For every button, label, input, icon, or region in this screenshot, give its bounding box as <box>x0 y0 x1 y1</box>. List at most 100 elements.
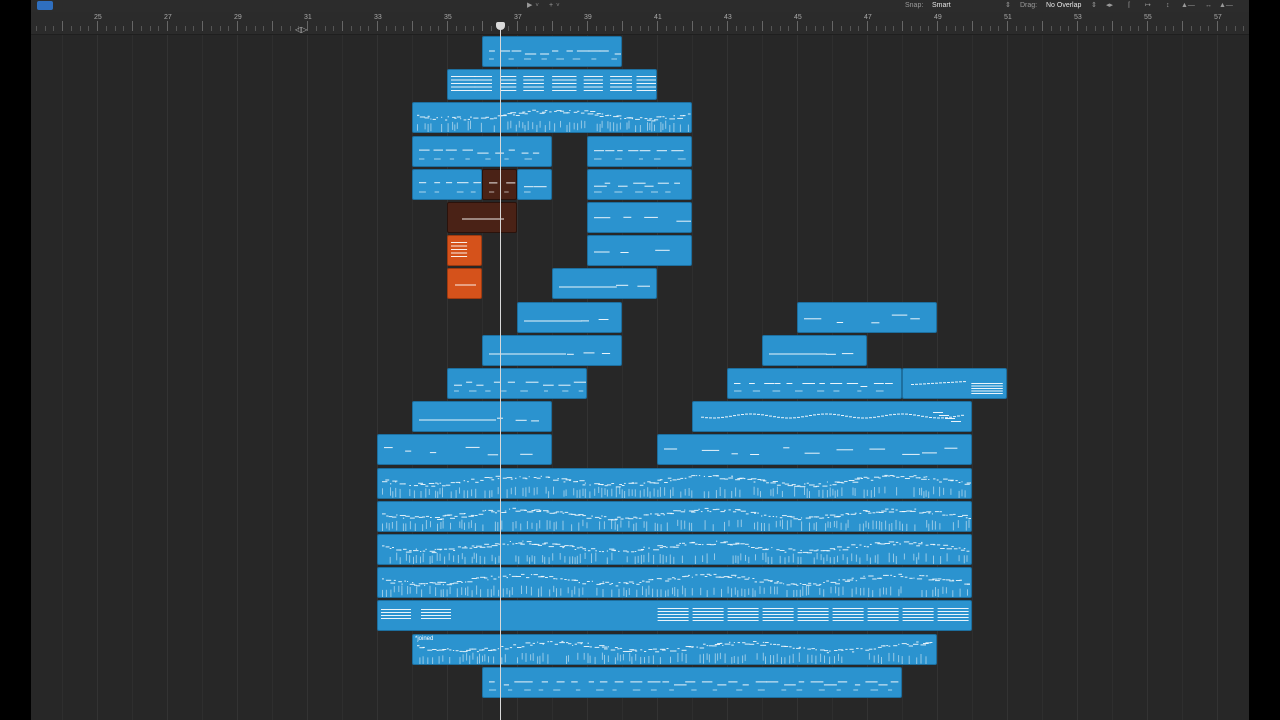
drag-select[interactable]: No Overlap <box>1046 1 1081 11</box>
midi-region[interactable] <box>377 600 972 632</box>
midi-note <box>468 521 470 529</box>
midi-region[interactable] <box>587 202 692 233</box>
midi-note <box>471 478 475 480</box>
midi-note <box>425 487 427 498</box>
midi-region[interactable] <box>412 135 552 167</box>
midi-region[interactable] <box>412 102 692 134</box>
playhead-handle[interactable] <box>495 22 505 30</box>
midi-note <box>644 656 645 663</box>
midi-note <box>821 413 824 415</box>
midi-note <box>637 555 639 563</box>
midi-region[interactable] <box>587 135 692 167</box>
midi-region[interactable] <box>412 401 552 433</box>
midi-note <box>782 514 787 516</box>
grid-line <box>1182 35 1183 720</box>
midi-note <box>958 547 961 549</box>
midi-note <box>716 540 718 542</box>
midi-region[interactable] <box>412 168 482 200</box>
midi-region[interactable] <box>587 168 692 200</box>
timeline-ruler[interactable]: 25 27 29 31 33 35 37 39 41 43 45 47 49 51 53 55 57 <box>31 12 1249 35</box>
midi-region[interactable] <box>447 368 587 399</box>
midi-note <box>560 511 563 513</box>
midi-note <box>431 552 437 554</box>
midi-note <box>611 488 613 496</box>
midi-region[interactable] <box>482 36 622 67</box>
midi-note <box>476 545 482 547</box>
midi-region[interactable] <box>517 168 552 200</box>
marquee-tool-icon[interactable]: + ˅ <box>549 1 562 11</box>
midi-region[interactable] <box>587 235 692 267</box>
midi-region[interactable] <box>657 434 972 466</box>
catch-playhead-icon[interactable] <box>37 1 53 10</box>
ruler-tick <box>158 26 160 31</box>
midi-region[interactable] <box>377 500 972 532</box>
midi-region[interactable]: *joined <box>412 633 937 665</box>
drag-select-chevron-icon[interactable]: ⇕ <box>1091 1 1097 11</box>
snap-select-chevron-icon[interactable]: ⇕ <box>1005 1 1011 11</box>
midi-region[interactable] <box>377 534 972 565</box>
playhead[interactable] <box>499 24 501 720</box>
midi-region[interactable] <box>727 368 902 399</box>
horizontal-zoom-slider[interactable]: ▲— <box>1219 1 1233 11</box>
fit-icon[interactable]: ↦ <box>1145 1 1151 11</box>
midi-note <box>727 608 759 610</box>
midi-note <box>503 114 507 116</box>
horizontal-resize-icon[interactable]: ↔ <box>1205 1 1212 11</box>
midi-note <box>618 588 620 598</box>
midi-note <box>428 482 435 484</box>
midi-note <box>546 519 548 530</box>
midi-note <box>685 681 696 683</box>
midi-note <box>431 485 436 487</box>
midi-note <box>446 589 448 597</box>
midi-note <box>484 490 486 498</box>
region-notes <box>489 352 611 355</box>
midi-note <box>862 523 864 531</box>
midi-region[interactable] <box>692 401 972 433</box>
midi-note <box>709 510 712 512</box>
midi-note <box>763 587 765 595</box>
vertical-zoom-icon[interactable]: ⌈ <box>1128 1 1131 11</box>
vertical-resize-icon[interactable]: ↕ <box>1166 1 1170 11</box>
midi-region[interactable] <box>377 434 552 466</box>
midi-region[interactable] <box>447 69 657 101</box>
snap-select[interactable]: Smart <box>932 1 951 11</box>
midi-note <box>836 321 844 323</box>
midi-note <box>837 414 840 416</box>
midi-region[interactable] <box>797 301 937 333</box>
midi-note <box>476 650 479 652</box>
midi-region[interactable] <box>447 268 482 300</box>
midi-region[interactable] <box>377 567 972 599</box>
midi-note <box>462 653 464 662</box>
midi-note <box>451 242 468 244</box>
midi-region[interactable] <box>482 334 622 366</box>
midi-note <box>757 521 759 531</box>
pointer-tool-icon[interactable]: ▶ ˅ <box>527 1 541 11</box>
midi-note <box>792 653 794 663</box>
midi-region[interactable] <box>552 268 657 300</box>
ruler-tick <box>447 21 448 31</box>
vertical-zoom-slider[interactable]: ▲— <box>1181 1 1195 11</box>
midi-region[interactable] <box>377 467 972 499</box>
locator-handle-icon[interactable]: ◁▷ <box>295 25 307 34</box>
midi-note <box>951 421 961 423</box>
midi-note <box>841 481 845 483</box>
midi-note <box>470 120 471 130</box>
waveform-zoom-icon[interactable]: ◂▸ <box>1106 1 1113 11</box>
midi-region[interactable] <box>447 235 482 267</box>
midi-note <box>903 541 910 543</box>
midi-note <box>594 217 611 219</box>
midi-region[interactable] <box>902 368 1007 399</box>
midi-note <box>842 586 844 596</box>
midi-note <box>870 489 872 498</box>
midi-note <box>837 489 839 497</box>
midi-region[interactable] <box>762 334 867 366</box>
midi-note <box>898 654 900 662</box>
midi-note <box>445 484 451 486</box>
ruler-tick <box>88 26 90 31</box>
midi-note <box>770 488 772 496</box>
midi-region[interactable] <box>482 666 902 698</box>
midi-region[interactable] <box>447 202 517 233</box>
midi-region[interactable] <box>517 301 622 333</box>
midi-note <box>635 517 638 519</box>
midi-note <box>594 185 607 187</box>
